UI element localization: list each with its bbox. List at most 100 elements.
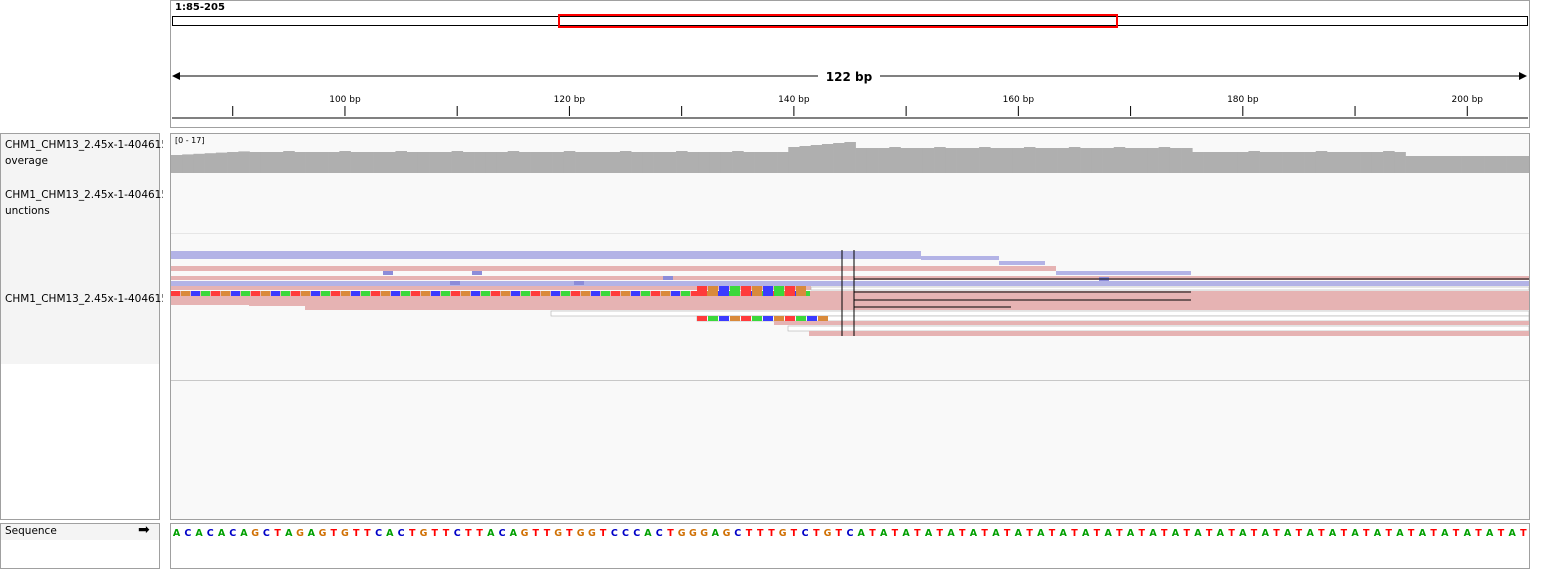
mismatch-base xyxy=(401,291,410,296)
coverage-bar xyxy=(350,152,363,173)
coverage-bar xyxy=(1439,156,1451,173)
coverage-bar xyxy=(1012,148,1025,173)
mismatch-base xyxy=(501,291,510,296)
ruler[interactable]: 122 bp 100 bp 120 bp 140 bp 160 bp 180 bp 200… xyxy=(170,62,1530,132)
alignment-read xyxy=(809,331,1529,336)
coverage-bar xyxy=(1214,152,1227,173)
coverage-bar xyxy=(305,152,318,173)
coverage-bar xyxy=(1203,152,1216,173)
sequence-base: G xyxy=(420,528,428,539)
mismatch-base xyxy=(541,291,550,296)
coverage-bar xyxy=(642,152,654,173)
mismatch-base xyxy=(481,291,490,296)
sequence-track-name[interactable]: Sequence xyxy=(5,525,57,537)
sequence-base: T xyxy=(1004,528,1011,539)
alignment-read xyxy=(787,325,1529,332)
sequence-base: T xyxy=(1453,528,1460,539)
coverage-bar xyxy=(238,151,250,173)
sequence-base: T xyxy=(959,528,966,539)
current-region-box[interactable] xyxy=(558,14,1119,28)
coverage-bar xyxy=(911,148,924,173)
coverage-bar xyxy=(1259,152,1272,173)
sequence-base: G xyxy=(588,528,596,539)
sequence-base: T xyxy=(869,528,876,539)
coverage-bar xyxy=(1270,152,1283,173)
sequence-base: C xyxy=(622,528,629,539)
sequence-base: T xyxy=(1071,528,1078,539)
sequence-base: T xyxy=(533,528,540,539)
alignment-read xyxy=(171,251,921,259)
coverage-bar xyxy=(429,152,441,173)
coverage-bar xyxy=(1068,147,1081,173)
sequence-base: T xyxy=(1094,528,1101,539)
sequence-base: T xyxy=(465,528,472,539)
mismatch-base xyxy=(697,286,707,296)
mismatch-base xyxy=(521,291,530,296)
ruler-tick-label: 160 bp xyxy=(1003,95,1035,105)
sequence-base: T xyxy=(1161,528,1168,539)
coverage-bar xyxy=(1326,152,1339,173)
mismatch-base xyxy=(351,291,360,296)
coverage-bar xyxy=(193,153,205,173)
right-arrow-icon[interactable]: ➡ xyxy=(138,522,150,538)
mismatch-base xyxy=(201,291,210,296)
sequence-base: A xyxy=(1329,528,1337,539)
mismatch-base xyxy=(241,291,250,296)
coverage-track[interactable] xyxy=(171,132,1529,174)
coverage-bar xyxy=(575,152,587,173)
mismatch-base xyxy=(601,291,610,296)
coverage-bar xyxy=(1181,148,1193,173)
alignments-track-name[interactable]: CHM1_CHM13_2.45x-1-4046152.b xyxy=(5,291,163,307)
mismatch-base xyxy=(311,291,320,296)
sequence-base: C xyxy=(263,528,270,539)
mismatch-base xyxy=(752,316,762,321)
coverage-bar xyxy=(1416,156,1429,173)
sequence-base: T xyxy=(364,528,371,539)
coverage-bar xyxy=(328,152,340,173)
junctions-track-name[interactable]: CHM1_CHM13_2.45x-1-4046152.b unctions xyxy=(5,187,163,219)
sequence-base: T xyxy=(813,528,820,539)
sequence-base: G xyxy=(678,528,686,539)
coverage-bar xyxy=(619,151,632,173)
sequence-base: A xyxy=(1127,528,1135,539)
sequence-base: T xyxy=(409,528,416,539)
sequence-base: A xyxy=(644,528,652,539)
mismatch-base xyxy=(451,291,460,296)
alignment-track[interactable] xyxy=(171,240,1529,350)
mismatch-base xyxy=(361,291,370,296)
sequence-base: G xyxy=(554,528,562,539)
mismatch-base xyxy=(719,316,729,321)
coverage-bar xyxy=(866,148,879,173)
mismatch-base xyxy=(531,291,540,296)
coverage-bar xyxy=(732,151,744,173)
sequence-base: C xyxy=(184,528,191,539)
sequence-base: A xyxy=(1037,528,1045,539)
mismatch-base xyxy=(491,291,500,296)
alignments-track-name-line1: CHM1_CHM13_2.45x-1-4046152.b xyxy=(5,293,163,305)
coverage-bar xyxy=(507,151,520,173)
mismatch-base xyxy=(511,291,520,296)
alignment-read xyxy=(999,261,1045,265)
sequence-base: T xyxy=(1341,528,1348,539)
mismatch-base xyxy=(661,291,670,296)
coverage-bar xyxy=(1495,156,1507,173)
sequence-track[interactable]: ACACACAGCTAGAGTGTTCACTGTTCTTACAGTTGTGGTC… xyxy=(171,524,1529,544)
coverage-bar xyxy=(440,152,452,173)
mismatch-base xyxy=(441,291,450,296)
mismatch-base xyxy=(421,291,430,296)
coverage-bar xyxy=(1360,152,1373,173)
sequence-base: C xyxy=(454,528,461,539)
sequence-base: A xyxy=(1396,528,1404,539)
span-label: 122 bp xyxy=(826,70,873,84)
sequence-base: T xyxy=(914,528,921,539)
coverage-bar xyxy=(743,152,755,173)
coverage-bar xyxy=(563,151,576,173)
mismatch-base xyxy=(561,291,570,296)
sequence-base: T xyxy=(981,528,988,539)
coverage-track-name[interactable]: CHM1_CHM13_2.45x-1-4046152.b overage xyxy=(5,137,163,169)
sequence-base: A xyxy=(1015,528,1023,539)
coverage-bar xyxy=(406,152,419,173)
coverage-bar xyxy=(631,152,643,173)
sequence-base: T xyxy=(768,528,775,539)
mismatch-base xyxy=(251,291,260,296)
